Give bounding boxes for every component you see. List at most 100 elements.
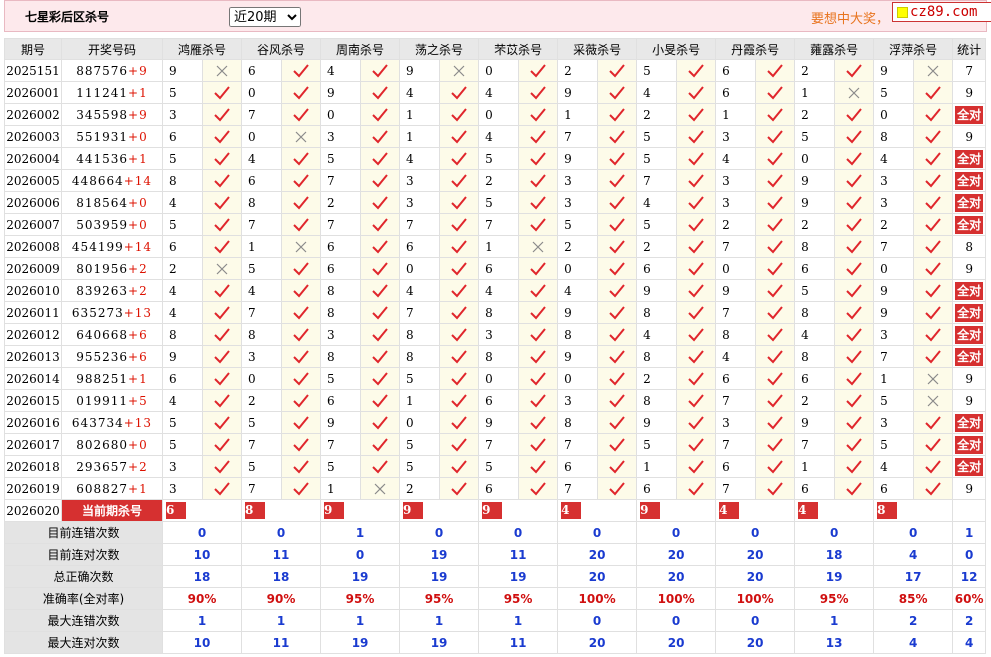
current-kill-cell: 8 bbox=[241, 499, 322, 522]
all-correct-badge: 全对 bbox=[955, 149, 984, 168]
current-kill-number: 4 bbox=[561, 502, 582, 519]
result-mark-cell bbox=[597, 433, 638, 456]
kill-number-cell: 3 bbox=[715, 169, 757, 192]
current-kill-cell: 9 bbox=[478, 499, 559, 522]
result-mark-cell bbox=[360, 103, 401, 126]
check-icon bbox=[372, 129, 388, 143]
result-mark-cell bbox=[597, 147, 638, 170]
stat-value: 20 bbox=[557, 543, 638, 566]
result-mark-cell bbox=[834, 235, 875, 258]
result-mark-cell bbox=[755, 169, 796, 192]
all-correct-badge: 全对 bbox=[955, 171, 984, 190]
result-mark-cell bbox=[360, 301, 401, 324]
check-icon bbox=[293, 459, 309, 473]
top-bar: 七星彩后区杀号 近20期 要想中大奖， cz89.com bbox=[4, 0, 991, 32]
check-icon bbox=[214, 459, 230, 473]
result-mark-cell bbox=[913, 367, 954, 390]
kill-number-cell: 3 bbox=[557, 389, 599, 412]
check-icon bbox=[214, 129, 230, 143]
check-icon bbox=[767, 459, 783, 473]
result-mark-cell bbox=[597, 213, 638, 236]
kill-number-cell: 7 bbox=[715, 433, 757, 456]
result-mark-cell bbox=[834, 411, 875, 434]
result-mark-cell bbox=[755, 191, 796, 214]
kill-number-cell: 6 bbox=[320, 389, 362, 412]
stat-value: 19 bbox=[399, 565, 480, 588]
result-mark-cell bbox=[439, 125, 480, 148]
row-stat-cell: 9 bbox=[952, 257, 987, 280]
result-mark-cell bbox=[281, 455, 322, 478]
kill-number-cell: 6 bbox=[715, 367, 757, 390]
check-icon bbox=[372, 151, 388, 165]
check-icon bbox=[372, 305, 388, 319]
check-icon bbox=[451, 107, 467, 121]
result-mark-cell bbox=[597, 279, 638, 302]
result-mark-cell bbox=[834, 323, 875, 346]
kill-number-cell: 7 bbox=[715, 477, 757, 500]
result-mark-cell bbox=[439, 257, 480, 280]
site-logo[interactable]: cz89.com bbox=[892, 2, 991, 22]
check-icon bbox=[372, 371, 388, 385]
check-icon bbox=[451, 283, 467, 297]
kill-number-cell: 4 bbox=[636, 81, 678, 104]
kill-number-cell: 1 bbox=[320, 477, 362, 500]
result-mark-cell bbox=[439, 191, 480, 214]
result-mark-cell bbox=[518, 345, 559, 368]
table-row: 2026001 111241+1 5 0 9 4 4 9 4 6 1 5 9 bbox=[4, 81, 987, 104]
table-row: 2026004 441536+1 5 4 5 4 5 9 5 4 0 4 全对 bbox=[4, 147, 987, 170]
result-mark-cell bbox=[597, 125, 638, 148]
all-correct-badge: 全对 bbox=[955, 215, 984, 234]
current-kill-number: 9 bbox=[640, 502, 661, 519]
result-mark-cell bbox=[439, 455, 480, 478]
period-cell: 2026003 bbox=[4, 125, 62, 148]
check-icon bbox=[372, 63, 388, 77]
check-icon bbox=[530, 151, 546, 165]
check-icon bbox=[609, 239, 625, 253]
table-row: 2026019 608827+1 3 7 1 2 6 7 6 7 6 6 9 bbox=[4, 477, 987, 500]
cross-icon bbox=[295, 131, 307, 142]
kill-number-cell: 6 bbox=[715, 81, 757, 104]
check-icon bbox=[293, 217, 309, 231]
col-header-draw: 开奖号码 bbox=[61, 38, 163, 60]
kill-number-cell: 4 bbox=[636, 191, 678, 214]
kill-number-cell: 8 bbox=[557, 411, 599, 434]
stat-total: 0 bbox=[952, 543, 987, 566]
result-mark-cell bbox=[281, 147, 322, 170]
check-icon bbox=[214, 349, 230, 363]
result-mark-cell bbox=[597, 257, 638, 280]
period-range-select[interactable]: 近20期 bbox=[229, 7, 301, 27]
period-cell: 2026010 bbox=[4, 279, 62, 302]
check-icon bbox=[293, 393, 309, 407]
result-mark-cell bbox=[281, 125, 322, 148]
stat-value: 0 bbox=[161, 521, 243, 544]
header-row: 期号 开奖号码 鸿雁杀号 谷风杀号 周南杀号 荡之杀号 芣苡杀号 采薇杀号 小旻杀号 丹霞杀号… bbox=[4, 38, 987, 60]
check-icon bbox=[767, 437, 783, 451]
kill-number-cell: 6 bbox=[715, 59, 757, 82]
check-icon bbox=[609, 151, 625, 165]
check-icon bbox=[451, 305, 467, 319]
draw-main-numbers: 448664 bbox=[71, 173, 124, 188]
draw-main-numbers: 818564 bbox=[76, 195, 129, 210]
result-mark-cell bbox=[439, 147, 480, 170]
check-icon bbox=[293, 85, 309, 99]
draw-number-cell: 643734+13 bbox=[61, 411, 163, 434]
stat-row: 目前连错次数 0 0 1 0 0 0 0 0 0 0 1 bbox=[4, 521, 987, 544]
check-icon bbox=[451, 195, 467, 209]
check-icon bbox=[214, 151, 230, 165]
kill-number-cell: 1 bbox=[636, 455, 678, 478]
kill-number-cell: 7 bbox=[557, 477, 599, 500]
check-icon bbox=[372, 217, 388, 231]
current-kill-number: 8 bbox=[245, 502, 266, 519]
kill-number-cell: 3 bbox=[557, 191, 599, 214]
check-icon bbox=[925, 195, 941, 209]
kill-number-cell: 8 bbox=[241, 191, 283, 214]
result-mark-cell bbox=[755, 279, 796, 302]
check-icon bbox=[846, 327, 862, 341]
result-mark-cell bbox=[834, 169, 875, 192]
result-mark-cell bbox=[755, 213, 796, 236]
draw-extra-number: +14 bbox=[123, 173, 153, 188]
kill-number-cell: 6 bbox=[162, 125, 203, 148]
cross-icon bbox=[216, 65, 228, 76]
check-icon bbox=[530, 415, 546, 429]
kill-number-cell: 2 bbox=[162, 257, 203, 280]
